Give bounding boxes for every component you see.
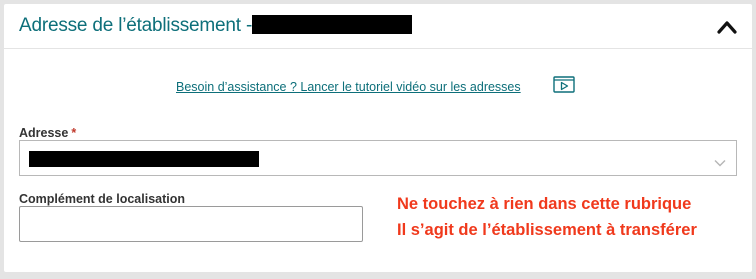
address-panel: Adresse de l’établissement - Besoin d’as… — [4, 4, 752, 272]
redacted-address-value — [29, 151, 259, 167]
chevron-up-icon[interactable] — [716, 18, 738, 36]
panel-title: Adresse de l’établissement - — [19, 15, 253, 36]
video-play-icon[interactable] — [553, 76, 575, 95]
annotation-line-2: Il s’agit de l’établissement à transfére… — [397, 221, 697, 239]
tutorial-link[interactable]: Besoin d’assistance ? Lancer le tutoriel… — [176, 80, 521, 94]
location-complement-label: Complément de localisation — [19, 192, 186, 206]
chevron-down-icon — [714, 154, 726, 167]
required-marker: * — [71, 126, 77, 140]
panel-header[interactable]: Adresse de l’établissement - — [4, 4, 752, 49]
annotation-line-1: Ne touchez à rien dans cette rubrique — [397, 195, 692, 213]
address-label: Adresse * — [19, 126, 76, 140]
address-select[interactable] — [19, 140, 737, 176]
location-complement-input[interactable] — [19, 206, 363, 242]
redacted-siret — [252, 15, 412, 34]
address-label-text: Adresse — [19, 126, 69, 140]
